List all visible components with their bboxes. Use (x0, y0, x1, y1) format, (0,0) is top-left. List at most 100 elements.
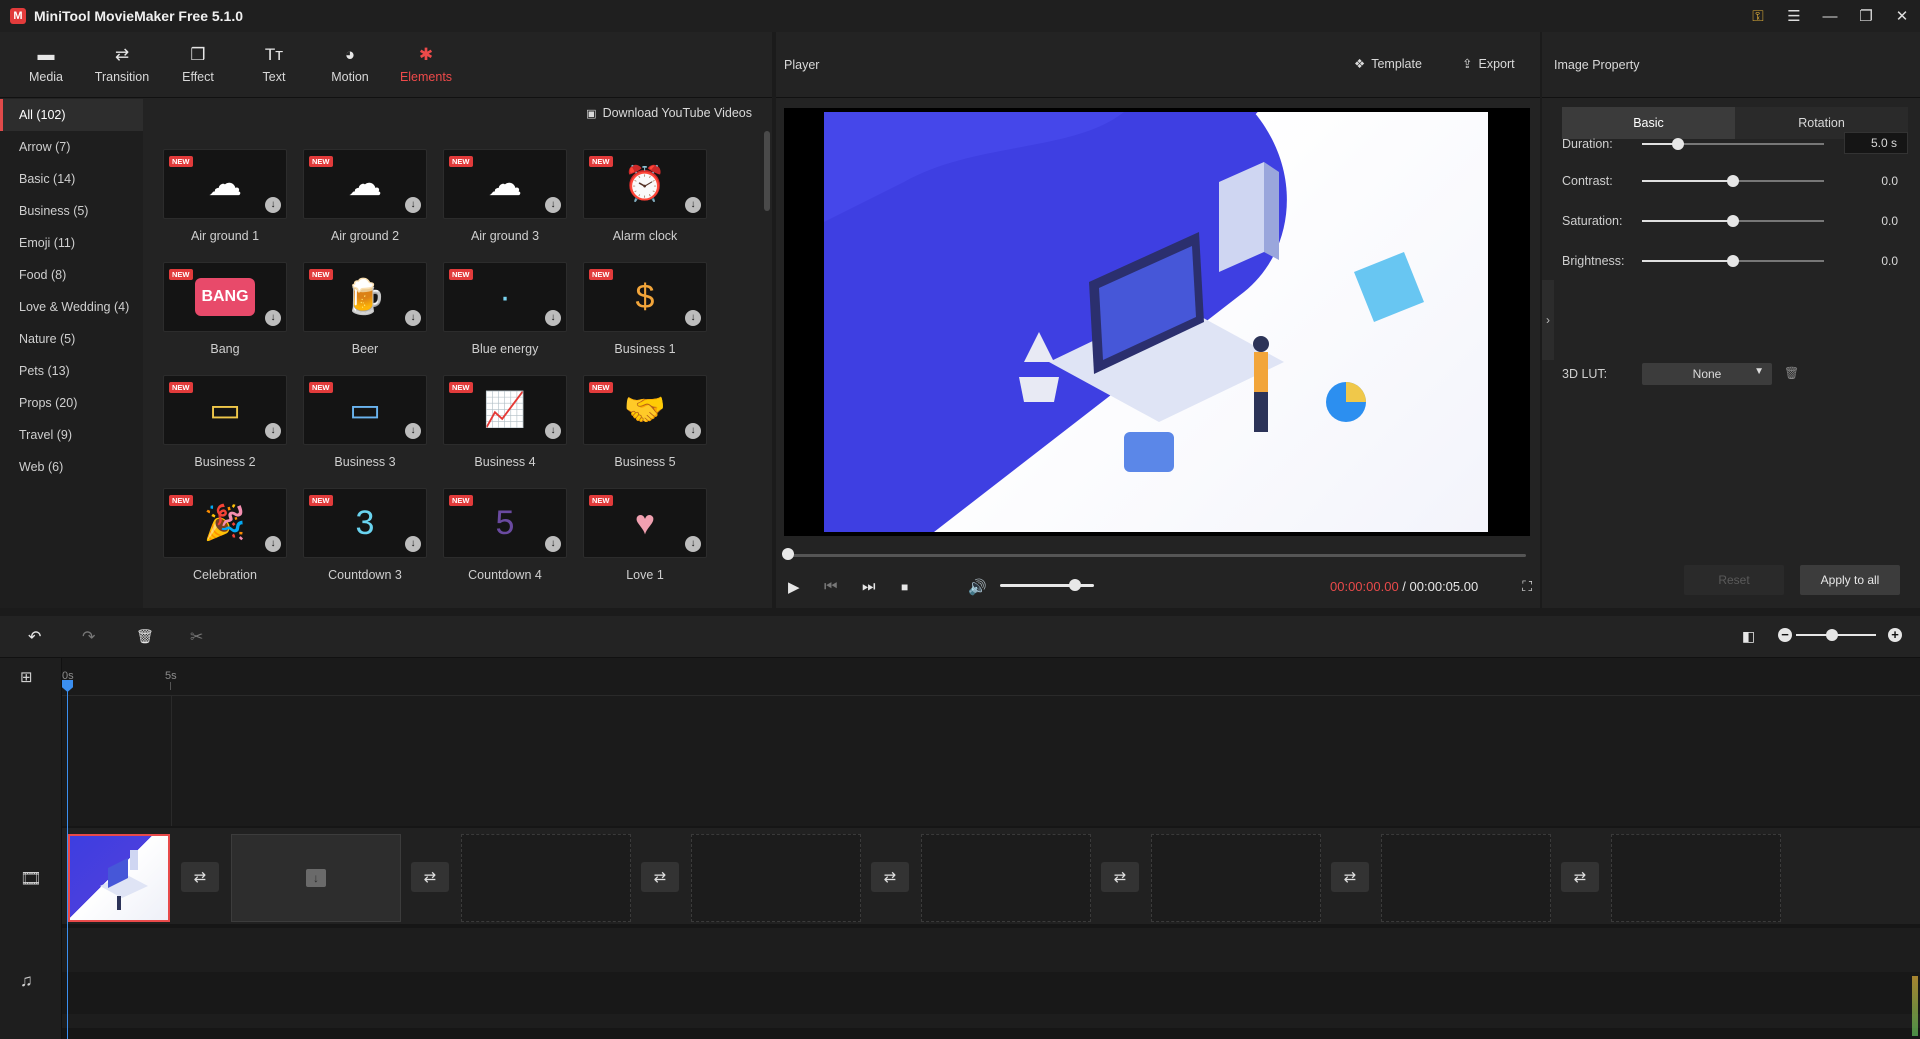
download-icon[interactable]: ↓ (265, 536, 281, 552)
category-food-8[interactable]: Food (8) (0, 259, 143, 291)
split-icon[interactable]: ✂ (190, 627, 203, 647)
stop-button[interactable]: ■ (901, 580, 908, 594)
element-business-4[interactable]: NEW 📈 ↓ Business 4 (443, 375, 583, 488)
category-props-20[interactable]: Props (20) (0, 387, 143, 419)
video-clip[interactable] (68, 834, 170, 922)
duration-slider-handle[interactable] (1672, 138, 1685, 150)
element-thumbnail[interactable]: NEW 5 ↓ (443, 488, 567, 558)
video-preview[interactable] (784, 108, 1530, 536)
element-alarm-clock[interactable]: NEW ⏰ ↓ Alarm clock (583, 149, 723, 262)
download-icon[interactable]: ↓ (265, 423, 281, 439)
empty-clip-slot[interactable] (1151, 834, 1321, 922)
element-thumbnail[interactable]: NEW 📈 ↓ (443, 375, 567, 445)
category-pets-13[interactable]: Pets (13) (0, 355, 143, 387)
redo-icon[interactable]: ↷ (82, 627, 95, 647)
previous-frame-button[interactable]: ⏮ (824, 578, 838, 595)
category-all-102[interactable]: All (102) (0, 99, 143, 131)
duration-value[interactable]: 5.0 s (1844, 132, 1908, 154)
transition-slot[interactable]: ⇄ (641, 862, 679, 892)
fullscreen-icon[interactable]: ⛶ (1522, 578, 1532, 595)
element-thumbnail[interactable]: NEW 🤝 ↓ (583, 375, 707, 445)
trash-icon[interactable]: 🗑 (1784, 366, 1799, 380)
volume-icon[interactable]: 🔊 (968, 578, 987, 596)
element-bang[interactable]: NEW BANG ↓ Bang (163, 262, 303, 375)
element-thumbnail[interactable]: NEW ▭ ↓ (163, 375, 287, 445)
activation-key-icon[interactable]: ⚿ (1740, 0, 1776, 32)
category-travel-9[interactable]: Travel (9) (0, 419, 143, 451)
category-basic-14[interactable]: Basic (14) (0, 163, 143, 195)
download-icon[interactable]: ↓ (405, 423, 421, 439)
download-icon[interactable]: ↓ (265, 197, 281, 213)
next-frame-button[interactable]: ⏭ (862, 578, 876, 595)
element-thumbnail[interactable]: NEW ☁ ↓ (163, 149, 287, 219)
export-button[interactable]: ⇪ Export (1462, 56, 1515, 72)
download-icon[interactable]: ↓ (265, 310, 281, 326)
transition-slot[interactable]: ⇄ (1101, 862, 1139, 892)
collapse-panel-button[interactable]: › (1542, 280, 1554, 360)
play-button[interactable]: ▶ (788, 578, 800, 596)
apply-to-all-button[interactable]: Apply to all (1800, 565, 1900, 595)
saturation-slider-handle[interactable] (1727, 215, 1739, 227)
transition-slot[interactable]: ⇄ (1561, 862, 1599, 892)
element-business-3[interactable]: NEW ▭ ↓ Business 3 (303, 375, 443, 488)
transition-slot[interactable]: ⇄ (411, 862, 449, 892)
element-business-2[interactable]: NEW ▭ ↓ Business 2 (163, 375, 303, 488)
playback-progress-track[interactable] (788, 554, 1526, 557)
empty-clip-slot[interactable] (1381, 834, 1551, 922)
tab-motion[interactable]: ◕ Motion (312, 32, 388, 97)
element-thumbnail[interactable]: NEW ▭ ↓ (303, 375, 427, 445)
zoom-slider-handle[interactable] (1826, 629, 1838, 641)
download-icon[interactable]: ↓ (545, 310, 561, 326)
category-love-wedding-4[interactable]: Love & Wedding (4) (0, 291, 143, 323)
empty-clip-slot[interactable] (461, 834, 631, 922)
add-track-icon[interactable]: ⊞ (20, 668, 33, 686)
zoom-in-button[interactable]: + (1888, 628, 1902, 642)
transition-slot[interactable]: ⇄ (871, 862, 909, 892)
grid-scrollbar[interactable] (764, 131, 770, 211)
element-thumbnail[interactable]: NEW BANG ↓ (163, 262, 287, 332)
element-business-1[interactable]: NEW $ ↓ Business 1 (583, 262, 723, 375)
element-thumbnail[interactable]: NEW 3 ↓ (303, 488, 427, 558)
download-icon[interactable]: ↓ (545, 536, 561, 552)
brightness-slider-handle[interactable] (1727, 255, 1739, 267)
time-ruler[interactable]: 0s 5s (62, 658, 1920, 696)
close-button[interactable]: ✕ (1884, 0, 1920, 32)
element-countdown-4[interactable]: NEW 5 ↓ Countdown 4 (443, 488, 583, 601)
element-blue-energy[interactable]: NEW · ↓ Blue energy (443, 262, 583, 375)
element-thumbnail[interactable]: NEW · ↓ (443, 262, 567, 332)
element-countdown-3[interactable]: NEW 3 ↓ Countdown 3 (303, 488, 443, 601)
element-thumbnail[interactable]: NEW ☁ ↓ (303, 149, 427, 219)
empty-clip-slot[interactable] (1611, 834, 1781, 922)
template-button[interactable]: ❖ Template (1354, 56, 1422, 72)
element-thumbnail[interactable]: NEW ⏰ ↓ (583, 149, 707, 219)
playhead[interactable] (67, 682, 68, 1039)
category-arrow-7[interactable]: Arrow (7) (0, 131, 143, 163)
download-icon[interactable]: ↓ (405, 197, 421, 213)
download-icon[interactable]: ↓ (685, 423, 701, 439)
element-thumbnail[interactable]: NEW $ ↓ (583, 262, 707, 332)
minimize-button[interactable]: — (1812, 0, 1848, 32)
tab-media[interactable]: ▬ Media (8, 32, 84, 97)
element-thumbnail[interactable]: NEW 🎉 ↓ (163, 488, 287, 558)
element-celebration[interactable]: NEW 🎉 ↓ Celebration (163, 488, 303, 601)
category-emoji-11[interactable]: Emoji (11) (0, 227, 143, 259)
element-thumbnail[interactable]: NEW ♥ ↓ (583, 488, 707, 558)
lut-select[interactable]: None ▼ (1642, 363, 1772, 385)
category-business-5[interactable]: Business (5) (0, 195, 143, 227)
maximize-button[interactable]: ❐ (1848, 0, 1884, 32)
transition-slot[interactable]: ⇄ (181, 862, 219, 892)
category-web-6[interactable]: Web (6) (0, 451, 143, 483)
element-air-ground-3[interactable]: NEW ☁ ↓ Air ground 3 (443, 149, 583, 262)
zoom-out-button[interactable]: − (1778, 628, 1792, 642)
delete-icon[interactable]: 🗑 (136, 628, 154, 645)
contrast-slider-handle[interactable] (1727, 175, 1739, 187)
download-icon[interactable]: ↓ (685, 310, 701, 326)
element-thumbnail[interactable]: NEW 🍺 ↓ (303, 262, 427, 332)
reset-button[interactable]: Reset (1684, 565, 1784, 595)
element-air-ground-2[interactable]: NEW ☁ ↓ Air ground 2 (303, 149, 443, 262)
empty-clip-slot[interactable] (921, 834, 1091, 922)
element-love-1[interactable]: NEW ♥ ↓ Love 1 (583, 488, 723, 601)
overlay-track[interactable] (62, 696, 1920, 826)
element-beer[interactable]: NEW 🍺 ↓ Beer (303, 262, 443, 375)
download-icon[interactable]: ↓ (545, 423, 561, 439)
